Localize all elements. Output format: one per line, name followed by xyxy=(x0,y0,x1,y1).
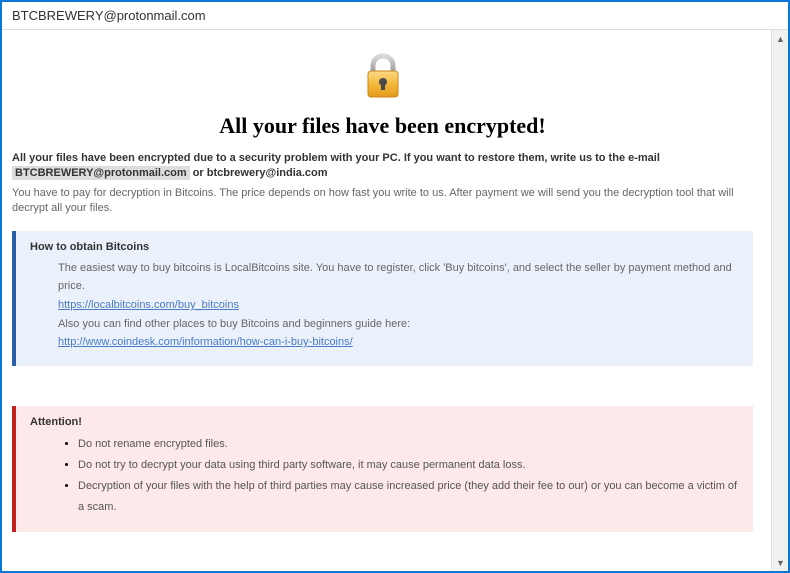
scroll-up-arrow-icon[interactable]: ▲ xyxy=(772,30,788,47)
bitcoins-section: How to obtain Bitcoins The easiest way t… xyxy=(12,231,753,366)
bitcoins-content: The easiest way to buy bitcoins is Local… xyxy=(30,259,739,352)
intro-prefix: All your files have been encrypted due t… xyxy=(12,152,660,164)
vertical-scrollbar[interactable]: ▲ ▼ xyxy=(771,30,788,571)
content-area: All your files have been encrypted! All … xyxy=(2,30,771,571)
bitcoins-link2[interactable]: http://www.coindesk.com/information/how-… xyxy=(58,336,353,348)
lock-icon-container xyxy=(12,40,753,113)
bitcoins-link1[interactable]: https://localbitcoins.com/buy_bitcoins xyxy=(58,299,239,311)
bitcoins-line1: The easiest way to buy bitcoins is Local… xyxy=(58,259,739,296)
intro-payment-text: You have to pay for decryption in Bitcoi… xyxy=(12,186,753,217)
intro-bold-line: All your files have been encrypted due t… xyxy=(12,151,753,182)
bitcoins-line2: Also you can find other places to buy Bi… xyxy=(58,315,739,334)
attention-item: Do not rename encrypted files. xyxy=(78,434,739,455)
attention-list: Do not rename encrypted files. Do not tr… xyxy=(30,434,739,518)
window-title: BTCBREWERY@protonmail.com xyxy=(2,2,788,30)
intro-sep: or xyxy=(190,167,207,179)
window-frame: BTCBREWERY@protonmail.com xyxy=(0,0,790,573)
attention-section: Attention! Do not rename encrypted files… xyxy=(12,406,753,532)
lock-icon xyxy=(359,87,407,104)
email-primary: BTCBREWERY@protonmail.com xyxy=(12,166,190,180)
content-wrapper: All your files have been encrypted! All … xyxy=(2,30,788,571)
attention-item: Decryption of your files with the help o… xyxy=(78,476,739,518)
bitcoins-title: How to obtain Bitcoins xyxy=(30,241,739,253)
email-secondary: btcbrewery@india.com xyxy=(207,167,328,179)
scroll-down-arrow-icon[interactable]: ▼ xyxy=(772,554,788,571)
main-heading: All your files have been encrypted! xyxy=(12,113,753,139)
attention-item: Do not try to decrypt your data using th… xyxy=(78,455,739,476)
attention-title: Attention! xyxy=(30,416,739,428)
